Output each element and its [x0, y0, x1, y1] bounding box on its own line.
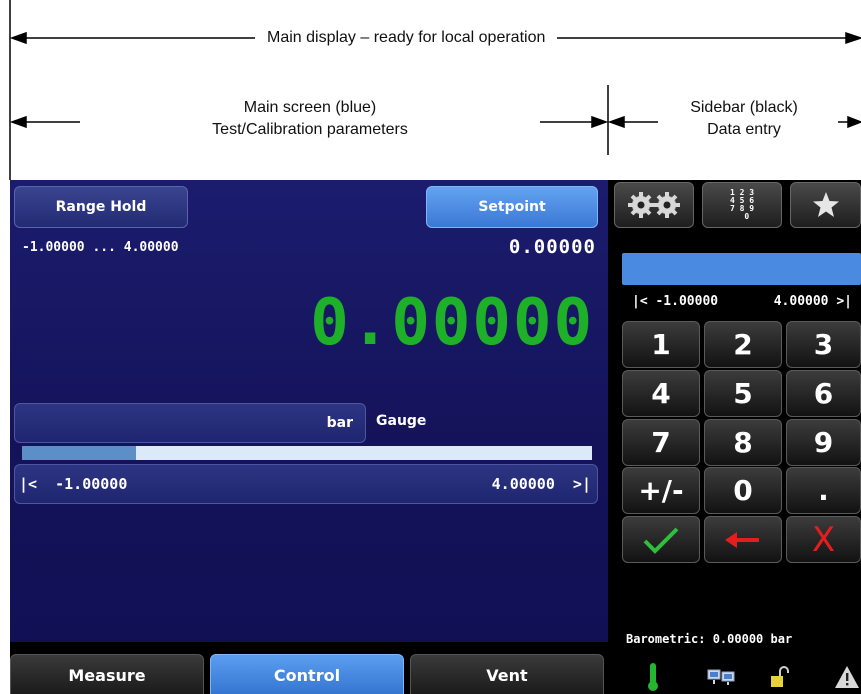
key-7[interactable]: 7 — [622, 419, 700, 466]
keypad-button[interactable]: 1 2 3 4 5 6 7 8 9 0 — [702, 182, 782, 228]
unit-selector[interactable]: bar — [14, 403, 366, 443]
sidebar: 1 2 3 4 5 6 7 8 9 0 |< -1.00000 4.00000 … — [614, 180, 861, 694]
network-icon — [707, 669, 735, 685]
favorites-button[interactable] — [790, 182, 861, 228]
enter-key[interactable] — [622, 516, 700, 563]
thermometer-icon — [648, 663, 658, 691]
back-arrow-icon — [725, 531, 759, 548]
checkmark-icon — [643, 527, 679, 554]
annotation-sidebar-line2: Data entry — [707, 121, 781, 138]
setpoint-value: 0.00000 — [508, 236, 596, 258]
unlocked-padlock-icon — [771, 666, 789, 687]
range-max-label: 4.00000 >| — [491, 475, 591, 493]
tab-measure[interactable]: Measure — [10, 654, 204, 694]
key-1[interactable]: 1 — [622, 321, 700, 368]
annotation-main-screen-line1: Main screen (blue) — [243, 99, 377, 116]
range-bar[interactable]: |< -1.00000 4.00000 >| — [14, 464, 598, 504]
annotation-main-display: Main display – ready for local operation — [255, 27, 558, 49]
cancel-key[interactable]: X — [786, 516, 861, 563]
range-min-label: |< -1.00000 — [19, 475, 128, 493]
pressure-progress-bar — [22, 446, 592, 460]
key-3[interactable]: 3 — [786, 321, 861, 368]
range-text: -1.00000 ... 4.00000 — [22, 240, 179, 255]
annotation-main-screen: Main screen (blue) Test/Calibration para… — [160, 97, 460, 141]
key-4[interactable]: 4 — [622, 370, 700, 417]
device-display: Range Hold Setpoint -1.00000 ... 4.00000… — [10, 180, 861, 694]
temperature-status[interactable] — [638, 662, 668, 692]
network-status[interactable] — [706, 662, 736, 692]
key-2[interactable]: 2 — [704, 321, 782, 368]
range-hold-button[interactable]: Range Hold — [14, 186, 188, 228]
key-plus-minus[interactable]: +/- — [622, 467, 700, 514]
key-9[interactable]: 9 — [786, 419, 861, 466]
main-screen: Range Hold Setpoint -1.00000 ... 4.00000… — [10, 180, 608, 642]
warning-status[interactable] — [832, 662, 861, 692]
mode-label: Gauge — [376, 413, 427, 429]
annotation-sidebar-line1: Sidebar (black) — [690, 99, 798, 116]
entry-min-label: |< -1.00000 — [632, 294, 719, 309]
tab-control[interactable]: Control — [210, 654, 404, 694]
keypad-icon: 1 2 3 4 5 6 7 8 9 0 — [729, 188, 755, 221]
annotation-sidebar: Sidebar (black) Data entry — [664, 97, 824, 141]
gear-icon — [628, 192, 680, 218]
unit-label: bar — [326, 415, 353, 431]
barometric-readout: Barometric: 0.00000 bar — [626, 632, 793, 646]
entry-field[interactable] — [622, 253, 861, 285]
progress-fill — [22, 446, 136, 460]
star-icon — [812, 192, 839, 217]
backspace-key[interactable] — [704, 516, 782, 563]
tab-vent[interactable]: Vent — [410, 654, 604, 694]
key-0[interactable]: 0 — [704, 467, 782, 514]
warning-icon — [835, 666, 859, 688]
annotation-main-screen-line2: Test/Calibration parameters — [212, 121, 408, 138]
entry-max-label: 4.00000 >| — [773, 294, 852, 309]
key-5[interactable]: 5 — [704, 370, 782, 417]
lock-status[interactable] — [764, 662, 794, 692]
settings-button[interactable] — [614, 182, 694, 228]
pressure-reading: 0.00000 — [310, 286, 594, 360]
setpoint-button[interactable]: Setpoint — [426, 186, 598, 228]
key-6[interactable]: 6 — [786, 370, 861, 417]
key-8[interactable]: 8 — [704, 419, 782, 466]
key-decimal[interactable]: . — [786, 467, 861, 514]
